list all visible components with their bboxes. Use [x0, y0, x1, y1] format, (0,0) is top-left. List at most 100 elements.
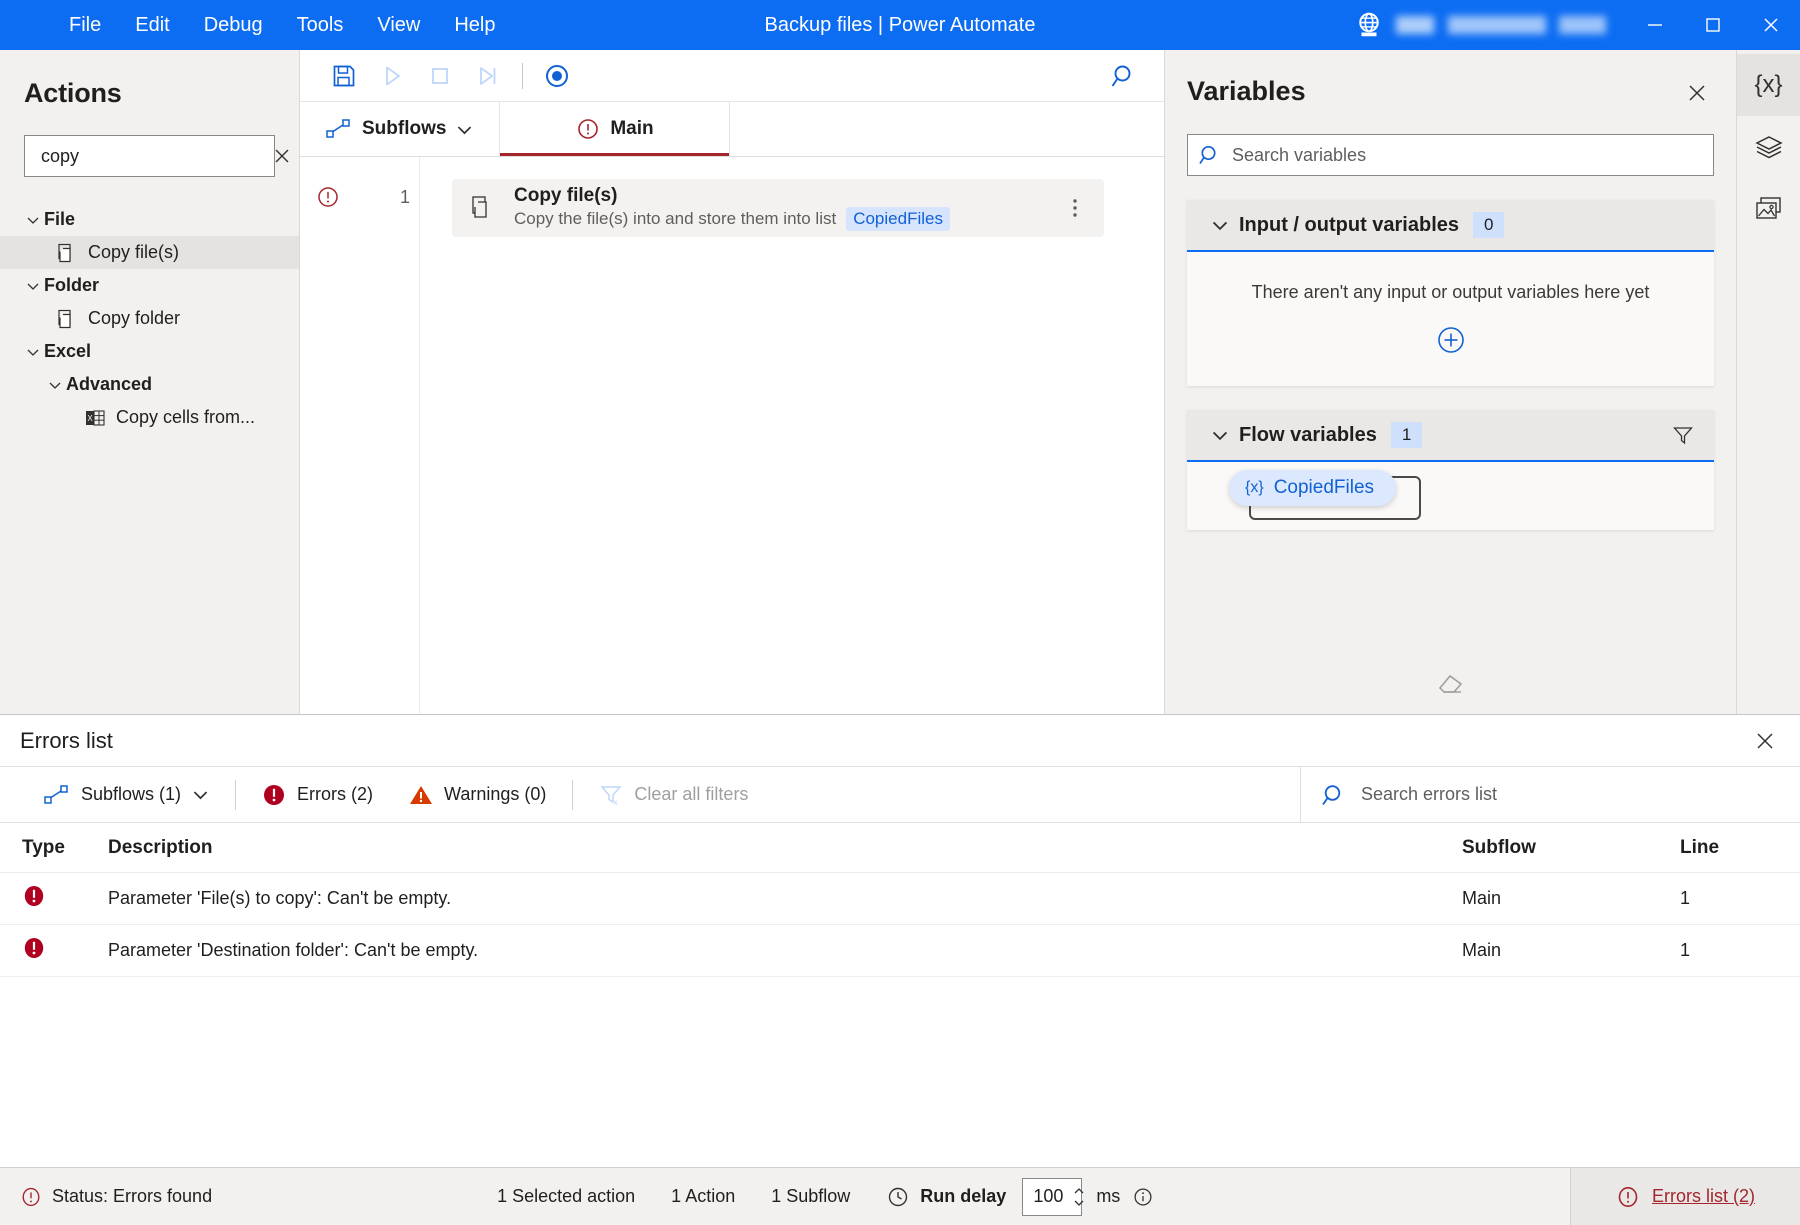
clear-all-filters-button[interactable]: x Clear all filters — [581, 775, 766, 815]
menu-item-edit[interactable]: Edit — [118, 0, 186, 50]
chevron-up-icon[interactable] — [1071, 1185, 1087, 1197]
save-button[interactable] — [324, 56, 364, 96]
actions-group-excel[interactable]: Excel — [0, 335, 299, 368]
clock-icon — [886, 1185, 910, 1209]
empty-state-message: There aren't any input or output variabl… — [1207, 282, 1694, 303]
menu-item-debug[interactable]: Debug — [187, 0, 280, 50]
filter-subflows-button[interactable]: Subflows (1) — [26, 775, 227, 815]
action-description-text: Copy the file(s) into and store them int… — [514, 208, 836, 230]
error-circle-icon — [20, 1186, 42, 1208]
actions-tree: File Copy file(s) Folder — [0, 203, 299, 434]
minimize-button[interactable] — [1626, 0, 1684, 50]
action-more-options-button[interactable] — [1062, 196, 1088, 220]
play-icon — [379, 63, 405, 89]
row-error-indicator[interactable] — [300, 185, 356, 209]
variables-panel-close-button[interactable] — [1680, 76, 1714, 110]
tab-main-label: Main — [610, 118, 653, 140]
clear-search-button[interactable] — [273, 143, 291, 169]
run-delay-unit: ms — [1096, 1186, 1120, 1207]
menu-item-tools[interactable]: Tools — [280, 0, 361, 50]
filter-errors-button[interactable]: Errors (2) — [244, 775, 391, 815]
filter-icon — [1671, 423, 1695, 447]
menu-item-file[interactable]: File — [52, 0, 118, 50]
run-delay-input[interactable] — [1033, 1186, 1071, 1207]
chevron-down-icon[interactable] — [1201, 216, 1239, 234]
flow-variables-header[interactable]: Flow variables 1 — [1187, 410, 1714, 462]
actions-group-advanced[interactable]: Advanced — [0, 368, 299, 401]
action-item-copy-files[interactable]: Copy file(s) — [0, 236, 299, 269]
action-title: Copy file(s) — [514, 185, 1062, 207]
search-icon — [1321, 782, 1347, 808]
actions-group-folder[interactable]: Folder — [0, 269, 299, 302]
action-item-copy-folder[interactable]: Copy folder — [0, 302, 299, 335]
flow-action-row[interactable]: Copy file(s) Copy the file(s) into and s… — [452, 179, 1104, 237]
variables-search-box[interactable] — [1187, 134, 1714, 176]
error-circle-icon — [1616, 1185, 1640, 1209]
rail-button-ui-elements[interactable] — [1737, 116, 1800, 178]
close-window-button[interactable] — [1742, 0, 1800, 50]
copy-file-icon — [56, 308, 78, 330]
actions-search-input[interactable] — [33, 146, 273, 167]
errors-list-close-button[interactable] — [1748, 724, 1782, 758]
table-row[interactable]: Parameter 'Destination folder': Can't be… — [0, 925, 1800, 977]
flow-variable-chip-copiedfiles[interactable]: {x} CopiedFiles — [1229, 470, 1396, 506]
chevron-down-icon — [456, 121, 473, 138]
stop-button[interactable] — [420, 56, 460, 96]
chevron-down-icon[interactable] — [1201, 426, 1239, 444]
layers-icon — [1754, 132, 1784, 162]
subflow-icon — [44, 784, 70, 806]
right-rail: {x} — [1736, 50, 1800, 714]
errors-search-box[interactable] — [1300, 767, 1800, 823]
input-output-variables-body: There aren't any input or output variabl… — [1187, 252, 1714, 386]
section-count-badge: 0 — [1473, 212, 1504, 238]
menu-item-help[interactable]: Help — [437, 0, 512, 50]
rail-button-variables[interactable]: {x} — [1737, 54, 1800, 116]
globe-icon — [1354, 10, 1384, 40]
action-item-copy-cells-from[interactable]: X Copy cells from... — [0, 401, 299, 434]
stop-icon — [427, 63, 453, 89]
errors-list-panel: Errors list Subflows (1) — [0, 714, 1800, 1167]
error-line-cell: 1 — [1680, 940, 1800, 961]
add-variable-button[interactable] — [1436, 325, 1466, 355]
variables-search-input[interactable] — [1222, 145, 1703, 166]
table-row[interactable]: Parameter 'File(s) to copy': Can't be em… — [0, 873, 1800, 925]
eraser-icon[interactable] — [1435, 670, 1467, 696]
images-icon — [1754, 195, 1784, 223]
maximize-icon — [1704, 16, 1722, 34]
line-number: 1 — [356, 187, 410, 208]
filter-variables-button[interactable] — [1666, 423, 1700, 447]
maximize-button[interactable] — [1684, 0, 1742, 50]
errors-list-status-button[interactable]: Errors list (2) — [1570, 1168, 1800, 1225]
run-next-action-button[interactable] — [468, 56, 508, 96]
run-delay-spinner[interactable] — [1071, 1185, 1087, 1209]
actions-group-label: Advanced — [66, 374, 152, 395]
subflow-icon — [326, 118, 352, 140]
variables-braces-icon: {x} — [1754, 71, 1782, 99]
account-area[interactable] — [1354, 10, 1616, 40]
error-description-cell: Parameter 'File(s) to copy': Can't be em… — [106, 888, 1462, 909]
variable-name: CopiedFiles — [1274, 477, 1374, 499]
tab-main[interactable]: Main — [500, 102, 730, 156]
menu-item-view[interactable]: View — [360, 0, 437, 50]
run-delay-info-button[interactable] — [1132, 1186, 1154, 1208]
action-variable-chip[interactable]: CopiedFiles — [846, 207, 950, 231]
errors-search-input[interactable] — [1347, 784, 1800, 805]
close-icon — [1686, 82, 1708, 104]
rail-button-images[interactable] — [1737, 178, 1800, 240]
variable-type-icon: {x} — [1245, 479, 1264, 497]
tab-subflows[interactable]: Subflows — [300, 102, 500, 156]
designer-search-button[interactable] — [1104, 56, 1144, 96]
gutter-row: 1 — [300, 179, 419, 215]
filter-warnings-button[interactable]: Warnings (0) — [391, 775, 564, 815]
chevron-down-icon[interactable] — [1071, 1197, 1087, 1209]
actions-panel: Actions — [0, 50, 300, 714]
errors-list-toolbar: Subflows (1) Errors (2) — [0, 767, 1800, 823]
input-output-variables-header[interactable]: Input / output variables 0 — [1187, 200, 1714, 252]
recorder-button[interactable] — [537, 56, 577, 96]
toolbar-separator — [235, 780, 236, 810]
actions-search-box[interactable] — [24, 135, 275, 177]
actions-group-file[interactable]: File — [0, 203, 299, 236]
run-delay-input-wrapper[interactable] — [1022, 1178, 1082, 1216]
run-button[interactable] — [372, 56, 412, 96]
chevron-down-icon — [192, 786, 209, 803]
